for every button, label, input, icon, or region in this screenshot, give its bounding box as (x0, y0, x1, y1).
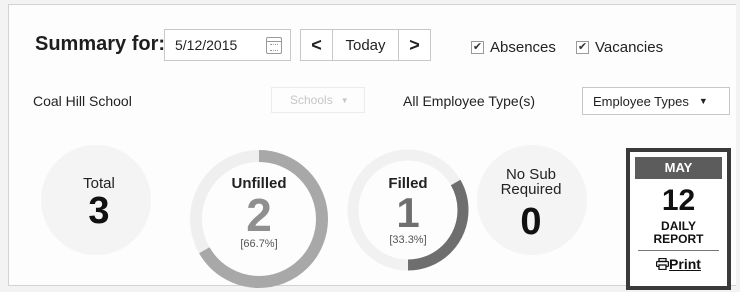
absences-check-box[interactable]: ✔ (471, 41, 484, 54)
unfilled-value: 2 (246, 189, 272, 241)
date-nav-group: < Today > (300, 29, 431, 61)
calendar-icon[interactable] (266, 37, 282, 54)
absences-label: Absences (490, 39, 556, 56)
report-day: 12 (661, 184, 696, 217)
employee-types-select[interactable]: Employee Types ▼ (582, 87, 730, 115)
report-title: DAILY REPORT (630, 220, 727, 246)
print-label: Print (669, 256, 701, 272)
unfilled-percent: [66.7%] (240, 238, 278, 250)
unfilled-stat[interactable]: Unfilled 2 [66.7%] (209, 175, 309, 250)
summary-for-label: Summary for: (35, 33, 166, 55)
vacancies-checkbox[interactable]: ✔ Vacancies (576, 39, 663, 56)
employee-types-select-value: Employee Types (593, 93, 689, 109)
report-month: MAY (635, 157, 722, 179)
filled-percent: [33.3%] (389, 234, 427, 246)
filled-value: 1 (396, 189, 420, 236)
report-divider (638, 250, 719, 251)
no-sub-required-stat: No Sub Required 0 (491, 167, 571, 241)
printer-icon (655, 257, 670, 271)
schools-select[interactable]: Schools ▼ (271, 87, 365, 113)
chevron-down-icon: ▼ (340, 95, 349, 105)
filled-stat[interactable]: Filled 1 [33.3%] (361, 175, 455, 246)
absences-checkbox[interactable]: ✔ Absences (471, 39, 556, 56)
date-input[interactable]: 5/12/2015 (164, 29, 291, 61)
vacancies-label: Vacancies (595, 39, 664, 56)
schools-select-value: Schools (290, 93, 333, 107)
employee-type-label: All Employee Type(s) (403, 93, 536, 109)
today-button[interactable]: Today (332, 30, 399, 60)
next-day-button[interactable]: > (399, 30, 430, 60)
print-link[interactable]: Print (630, 256, 727, 272)
daily-report-card[interactable]: MAY 12 DAILY REPORT Print (626, 148, 731, 290)
no-sub-label-line2: Required (500, 181, 562, 198)
vacancies-check-box[interactable]: ✔ (576, 41, 589, 54)
summary-panel: Summary for: 5/12/2015 < Today > ✔ Absen… (8, 4, 736, 290)
previous-day-button[interactable]: < (301, 30, 332, 60)
no-sub-value: 0 (520, 201, 542, 243)
chevron-down-icon: ▼ (698, 96, 708, 106)
date-value: 5/12/2015 (175, 37, 238, 53)
total-value: 3 (88, 190, 110, 232)
report-title-line2: REPORT (653, 232, 704, 246)
no-sub-label-line1: No Sub (505, 166, 557, 183)
total-stat: Total 3 (69, 175, 129, 230)
school-name: Coal Hill School (33, 93, 132, 109)
